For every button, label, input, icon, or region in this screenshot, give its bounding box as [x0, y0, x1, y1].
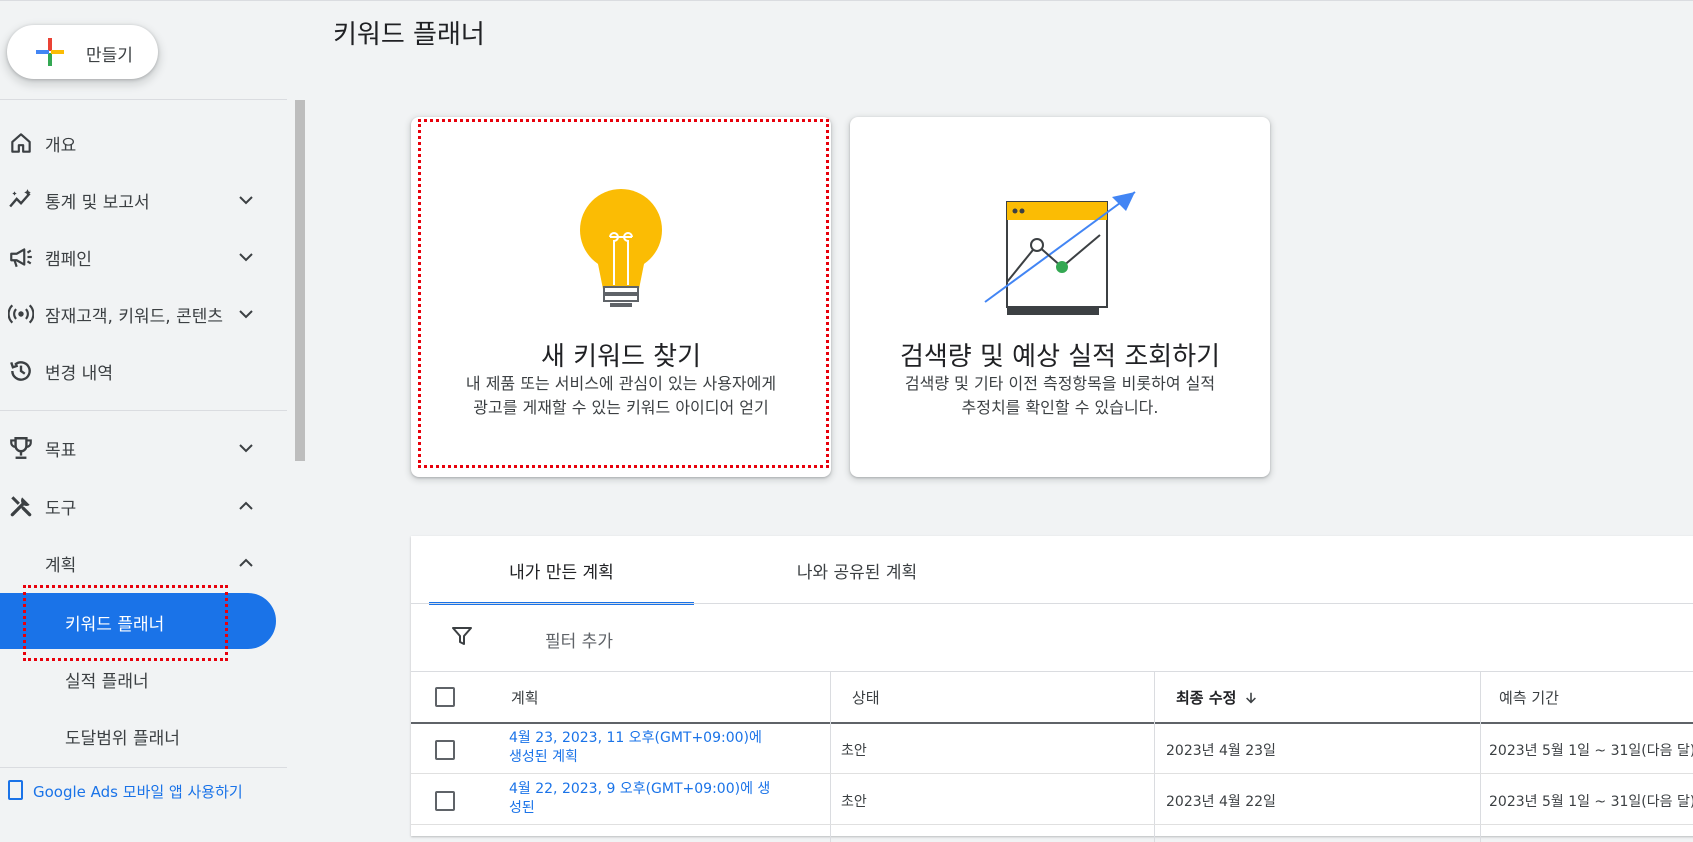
card-description: 검색량 및 기타 이전 측정항목을 비롯하여 실적 추정치를 확인할 수 있습니… [904, 374, 1216, 417]
last-modified-cell: 2023년 4월 23일 [1166, 743, 1276, 759]
status-cell: 초안 [841, 794, 867, 810]
find-keywords-card[interactable]: 새 키워드 찾기 내 제품 또는 서비스에 관심이 있는 사용자에게 광고를 게… [411, 117, 831, 477]
column-header-plan[interactable]: 계획 [500, 672, 740, 722]
sidebar-item-label: 변경 내역 [45, 364, 113, 384]
sidebar-group-label: 계획 [45, 556, 77, 576]
sidebar-item-performance-planner[interactable]: 실적 플래너 [0, 650, 276, 706]
trend-chart-icon [984, 191, 1136, 315]
sidebar-item-tools[interactable]: 도구 [0, 480, 275, 530]
sidebar-item-label: 도달범위 플래너 [65, 729, 180, 749]
forecast-period-cell: 2023년 5월 1일 ~ 31일(다음 달) [1489, 794, 1693, 810]
phone-icon [8, 780, 23, 800]
home-icon [11, 133, 31, 153]
card-description: 내 제품 또는 서비스에 관심이 있는 사용자에게 광고를 게재할 수 있는 키… [465, 374, 777, 417]
forecast-period-cell: 2023년 5월 1일 ~ 31일(다음 달) [1489, 743, 1693, 759]
sidebar-item-label: 잠재고객, 키워드, 콘텐츠 [45, 307, 224, 327]
chevron-down-icon[interactable] [236, 438, 256, 458]
column-header-last-modified[interactable]: 최종 수정 [1165, 672, 1485, 722]
sidebar-divider [0, 99, 287, 100]
filter-icon[interactable] [450, 624, 474, 648]
sidebar-item-label: 목표 [45, 441, 77, 461]
top-border [0, 0, 1693, 4]
chevron-up-icon[interactable] [236, 553, 256, 573]
select-all-checkbox[interactable] [435, 687, 455, 707]
plan-link[interactable]: 4월 23, 2023, 11 오후(GMT+09:00)에 생성된 계획 [509, 729, 779, 767]
search-volume-card[interactable]: 검색량 및 예상 실적 조회하기 검색량 및 기타 이전 측정항목을 비롯하여 … [850, 117, 1270, 477]
sidebar-item-goals[interactable]: 목표 [0, 422, 275, 472]
create-button[interactable]: 만들기 [7, 25, 158, 79]
tab-divider [411, 603, 1693, 604]
chevron-down-icon[interactable] [236, 190, 256, 210]
card-title: 새 키워드 찾기 [540, 342, 702, 372]
table-row[interactable]: 4월 23, 2023, 11 오후(GMT+09:00)에 생성된 계획 초안… [411, 723, 1693, 774]
table-row[interactable]: 4월 22, 2023, 9 오후(GMT+09:00)에 생성된 초안 202… [411, 774, 1693, 825]
plan-link[interactable]: 4월 22, 2023, 9 오후(GMT+09:00)에 생성된 [509, 780, 779, 818]
sidebar-item-change-history[interactable]: 변경 내역 [0, 345, 275, 395]
card-title: 검색량 및 예상 실적 조회하기 [899, 342, 1221, 372]
sidebar-item-campaigns[interactable]: 캠페인 [0, 231, 275, 281]
mobile-app-link[interactable]: Google Ads 모바일 앱 사용하기 [8, 780, 243, 802]
sidebar-divider [0, 410, 287, 411]
sidebar-item-audiences[interactable]: 잠재고객, 키워드, 콘텐츠 [0, 288, 275, 338]
sidebar-item-label: 도구 [45, 499, 77, 519]
chevron-up-icon[interactable] [236, 496, 256, 516]
sidebar-item-label: 캠페인 [45, 250, 92, 270]
megaphone-icon [10, 248, 32, 268]
sidebar-item-label: 통계 및 보고서 [45, 193, 150, 213]
broadcast-icon [8, 304, 34, 324]
history-icon [10, 361, 31, 381]
insights-icon [9, 189, 31, 208]
lightbulb-icon [580, 189, 662, 307]
column-header-status[interactable]: 상태 [841, 672, 1161, 722]
sidebar-item-label: 실적 플래너 [65, 672, 149, 692]
sidebar-group-plan[interactable]: 계획 [0, 537, 275, 587]
sidebar-item-reach-planner[interactable]: 도달범위 플래너 [0, 707, 276, 763]
status-cell: 초안 [841, 743, 867, 759]
tools-icon [10, 496, 32, 517]
chevron-down-icon[interactable] [236, 247, 256, 267]
page-title: 키워드 플래너 [333, 20, 485, 50]
sidebar-divider [0, 767, 287, 768]
tab-shared-plans[interactable]: 나와 공유된 계획 [737, 536, 977, 603]
trophy-icon [10, 437, 32, 459]
sidebar-item-reports[interactable]: 통계 및 보고서 [0, 174, 275, 224]
create-label: 만들기 [86, 46, 133, 66]
last-modified-cell: 2023년 4월 22일 [1166, 794, 1276, 810]
sidebar-item-overview[interactable]: 개요 [0, 117, 275, 167]
plus-icon [36, 38, 64, 66]
arrow-down-icon [1246, 692, 1257, 704]
column-header-forecast-period[interactable]: 예측 기간 [1488, 672, 1688, 722]
sidebar-item-label: 개요 [45, 136, 77, 156]
tab-my-plans[interactable]: 내가 만든 계획 [429, 536, 694, 605]
table-header: 계획 상태 최종 수정 예측 기간 [411, 672, 1693, 724]
add-filter-button[interactable]: 필터 추가 [545, 627, 613, 652]
chevron-down-icon[interactable] [236, 304, 256, 324]
sidebar-scrollbar[interactable] [295, 100, 305, 461]
row-checkbox[interactable] [435, 791, 455, 811]
plans-panel: 내가 만든 계획 나와 공유된 계획 필터 추가 계획 상태 최종 수정 예측 … [411, 536, 1693, 842]
row-checkbox[interactable] [435, 740, 455, 760]
